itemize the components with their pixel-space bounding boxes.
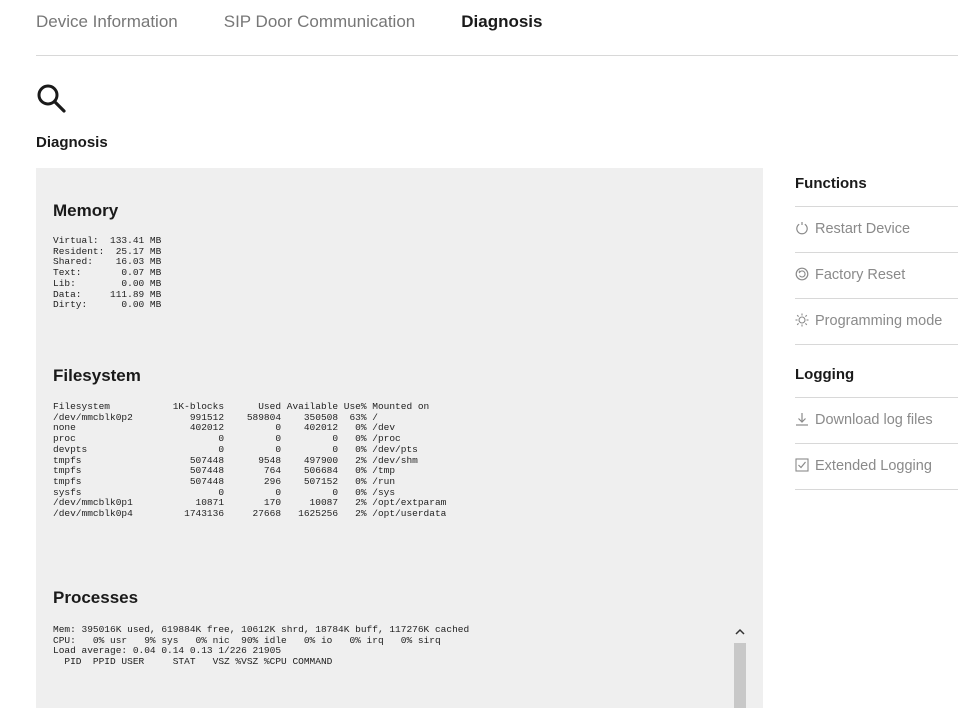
tab-device-information[interactable]: Device Information — [36, 12, 178, 32]
scroll-up-icon[interactable] — [733, 625, 747, 641]
memory-output: Virtual: 133.41 MB Resident: 25.17 MB Sh… — [53, 235, 162, 311]
factory-reset-label: Factory Reset — [815, 267, 906, 283]
extended-logging-label: Extended Logging — [815, 458, 932, 474]
page-title: Diagnosis — [36, 134, 108, 151]
processes-scrollbar[interactable] — [733, 625, 747, 708]
power-icon — [796, 222, 808, 235]
tab-diagnosis[interactable]: Diagnosis — [461, 12, 542, 32]
download-log-files-label: Download log files — [815, 412, 933, 428]
restart-device-label: Restart Device — [815, 221, 911, 237]
logging-heading: Logging — [795, 359, 958, 398]
filesystem-title: Filesystem — [53, 366, 141, 385]
processes-title: Processes — [53, 588, 139, 607]
tab-sip-door-communication[interactable]: SIP Door Communication — [224, 12, 416, 32]
restart-device-button[interactable]: Restart Device — [795, 207, 958, 253]
scroll-thumb[interactable] — [734, 643, 746, 708]
programming-mode-label: Programming mode — [815, 313, 943, 329]
tab-divider — [36, 55, 958, 56]
processes-output: Mem: 395016K used, 619884K free, 10612K … — [53, 624, 470, 668]
tab-bar: Device Information SIP Door Communicatio… — [36, 12, 588, 32]
download-icon — [796, 413, 808, 426]
extended-logging-toggle[interactable]: Extended Logging — [795, 444, 958, 490]
filesystem-output: Filesystem 1K-blocks Used Available Use%… — [53, 401, 447, 520]
search-icon — [37, 84, 66, 113]
download-log-files-button[interactable]: Download log files — [795, 398, 958, 444]
sidebar: Functions Restart Device Factory Reset P… — [795, 168, 958, 490]
memory-title: Memory — [53, 201, 119, 220]
programming-mode-button[interactable]: Programming mode — [795, 299, 958, 345]
programming-mode-icon — [795, 313, 809, 327]
factory-reset-button[interactable]: Factory Reset — [795, 253, 958, 299]
functions-heading: Functions — [795, 168, 958, 207]
diagnosis-panel: Memory Virtual: 133.41 MB Resident: 25.1… — [36, 168, 763, 708]
factory-reset-icon — [795, 267, 809, 281]
checkbox-icon[interactable] — [795, 458, 809, 472]
